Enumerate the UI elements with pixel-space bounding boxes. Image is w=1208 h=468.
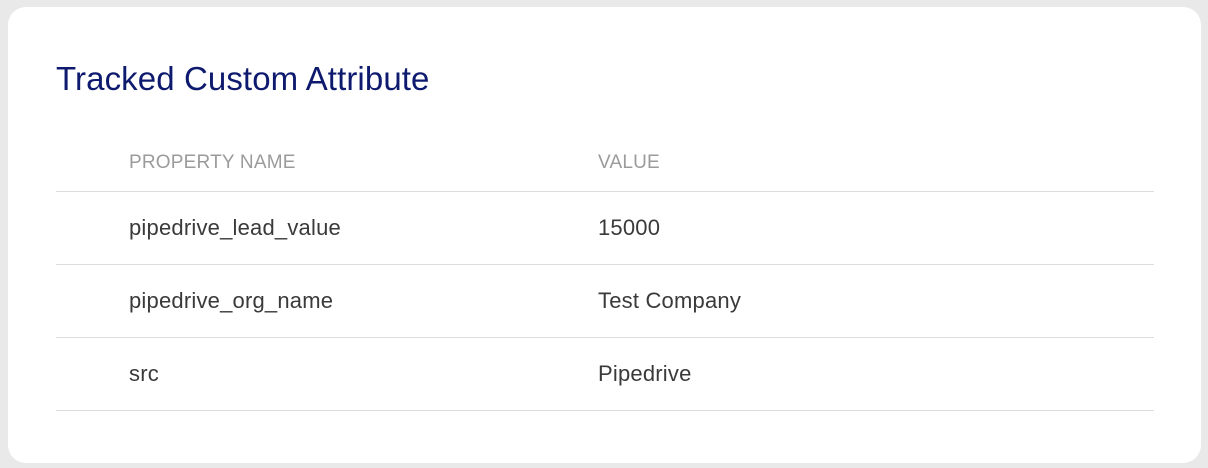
- column-header-value: VALUE: [598, 152, 660, 173]
- card-title: Tracked Custom Attribute: [56, 60, 430, 97]
- property-name-cell: pipedrive_lead_value: [129, 215, 341, 240]
- table-header-row: PROPERTY NAME VALUE: [56, 133, 1154, 192]
- table-row: src Pipedrive: [56, 338, 1154, 411]
- column-header-property-name: PROPERTY NAME: [129, 152, 296, 173]
- property-name-cell: src: [129, 361, 159, 386]
- table-row: pipedrive_lead_value 15000: [56, 192, 1154, 265]
- tracked-custom-attribute-card: Tracked Custom Attribute PROPERTY NAME V…: [8, 7, 1201, 463]
- property-value-cell: 15000: [598, 215, 661, 240]
- property-name-cell: pipedrive_org_name: [129, 288, 334, 313]
- table-row: pipedrive_org_name Test Company: [56, 265, 1154, 338]
- property-value-cell: Pipedrive: [598, 361, 692, 386]
- property-value-cell: Test Company: [598, 288, 742, 313]
- attributes-table: PROPERTY NAME VALUE pipedrive_lead_value…: [56, 133, 1154, 411]
